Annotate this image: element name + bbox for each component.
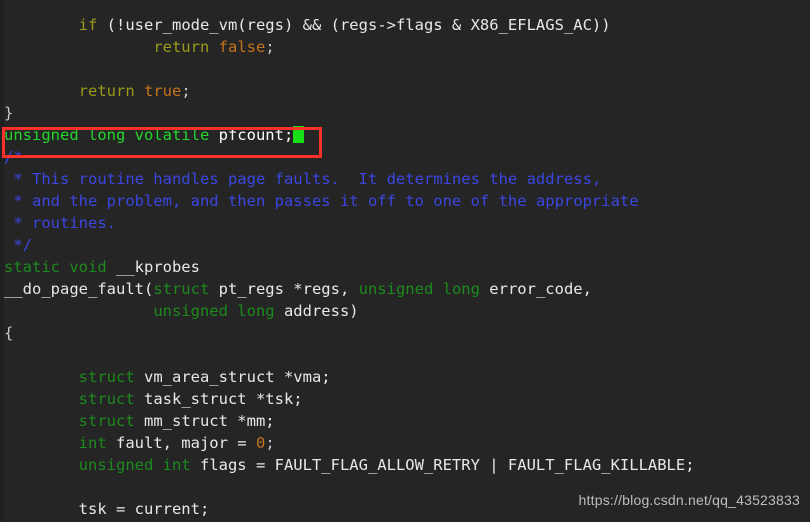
- line-blank-1[interactable]: [0, 58, 810, 80]
- code-token: /*: [4, 148, 23, 166]
- code-token: tsk = current;: [78, 500, 210, 518]
- watermark-url: https://blog.csdn.net/qq_43523833: [578, 492, 800, 508]
- code-token: * routines.: [4, 214, 116, 232]
- code-token: true: [144, 82, 182, 100]
- line-comment-1[interactable]: * This routine handles page faults. It d…: [0, 168, 810, 190]
- code-token: task_struct *tsk;: [134, 390, 303, 408]
- line-comment-3[interactable]: * routines.: [0, 212, 810, 234]
- code-token: */: [4, 236, 32, 254]
- code-token: ;: [265, 434, 275, 452]
- line-pfcount-declaration[interactable]: unsigned long volatile pfcount;: [0, 124, 810, 146]
- line-decl-mm[interactable]: struct mm_struct *mm;: [0, 410, 810, 432]
- code-token: return: [78, 82, 135, 100]
- code-token: static void: [4, 258, 107, 276]
- text-cursor: [293, 126, 305, 143]
- line-blank-2[interactable]: [0, 344, 810, 366]
- line-close-brace[interactable]: }: [0, 102, 810, 124]
- code-token: ;: [265, 38, 275, 56]
- code-token: false: [218, 38, 266, 56]
- line-return-true[interactable]: return true;: [0, 80, 810, 102]
- code-token: struct: [78, 390, 135, 408]
- line-decl-tsk[interactable]: struct task_struct *tsk;: [0, 388, 810, 410]
- code-token: * and the problem, and then passes it of…: [4, 192, 639, 210]
- code-text-area[interactable]: if (!user_mode_vm(regs) && (regs->flags …: [0, 14, 810, 522]
- code-token: struct: [153, 280, 210, 298]
- line-decl-flags[interactable]: unsigned int flags = FAULT_FLAG_ALLOW_RE…: [0, 454, 810, 476]
- code-token: unsigned int: [78, 456, 191, 474]
- line-comment-open[interactable]: /*: [0, 146, 810, 168]
- code-token: return: [153, 38, 210, 56]
- code-token: struct: [78, 412, 135, 430]
- code-token: 0: [255, 434, 266, 452]
- code-token: (!user_mode_vm(regs) && (regs->flags & X…: [97, 16, 611, 34]
- code-token: flags = FAULT_FLAG_ALLOW_RETRY | FAULT_F…: [190, 456, 695, 474]
- code-token: __kprobes: [106, 258, 200, 276]
- line-if-user-mode-vm[interactable]: if (!user_mode_vm(regs) && (regs->flags …: [0, 14, 810, 36]
- line-do-page-fault-signature-cont[interactable]: unsigned long address): [0, 300, 810, 322]
- code-editor-screenshot: if (!user_mode_vm(regs) && (regs->flags …: [0, 0, 810, 522]
- code-token: unsigned long volatile: [4, 126, 219, 144]
- line-static-void-kprobes[interactable]: static void __kprobes: [0, 256, 810, 278]
- code-token: if: [78, 16, 98, 34]
- code-token: }: [4, 104, 14, 122]
- code-token: unsigned long: [153, 302, 275, 320]
- code-token: fault, major =: [106, 434, 256, 452]
- line-return-false[interactable]: return false;: [0, 36, 810, 58]
- code-token: pt_regs *regs,: [209, 280, 359, 298]
- code-token: address): [274, 302, 359, 320]
- code-token: int: [78, 434, 107, 452]
- code-token: vm_area_struct *vma;: [134, 368, 331, 386]
- line-open-brace[interactable]: {: [0, 322, 810, 344]
- line-comment-close[interactable]: */: [0, 234, 810, 256]
- code-token: * This routine handles page faults. It d…: [4, 170, 602, 188]
- code-token: __do_page_fault(: [4, 280, 154, 298]
- code-token: unsigned long: [358, 280, 480, 298]
- code-token: error_code,: [479, 280, 592, 298]
- code-token: pfcount;: [218, 126, 294, 144]
- line-comment-2[interactable]: * and the problem, and then passes it of…: [0, 190, 810, 212]
- code-token: ;: [181, 82, 191, 100]
- code-token: {: [4, 324, 14, 342]
- line-do-page-fault-signature[interactable]: __do_page_fault(struct pt_regs *regs, un…: [0, 278, 810, 300]
- code-token: mm_struct *mm;: [134, 412, 275, 430]
- code-token: struct: [78, 368, 135, 386]
- line-decl-vma[interactable]: struct vm_area_struct *vma;: [0, 366, 810, 388]
- line-decl-fault-major[interactable]: int fault, major = 0;: [0, 432, 810, 454]
